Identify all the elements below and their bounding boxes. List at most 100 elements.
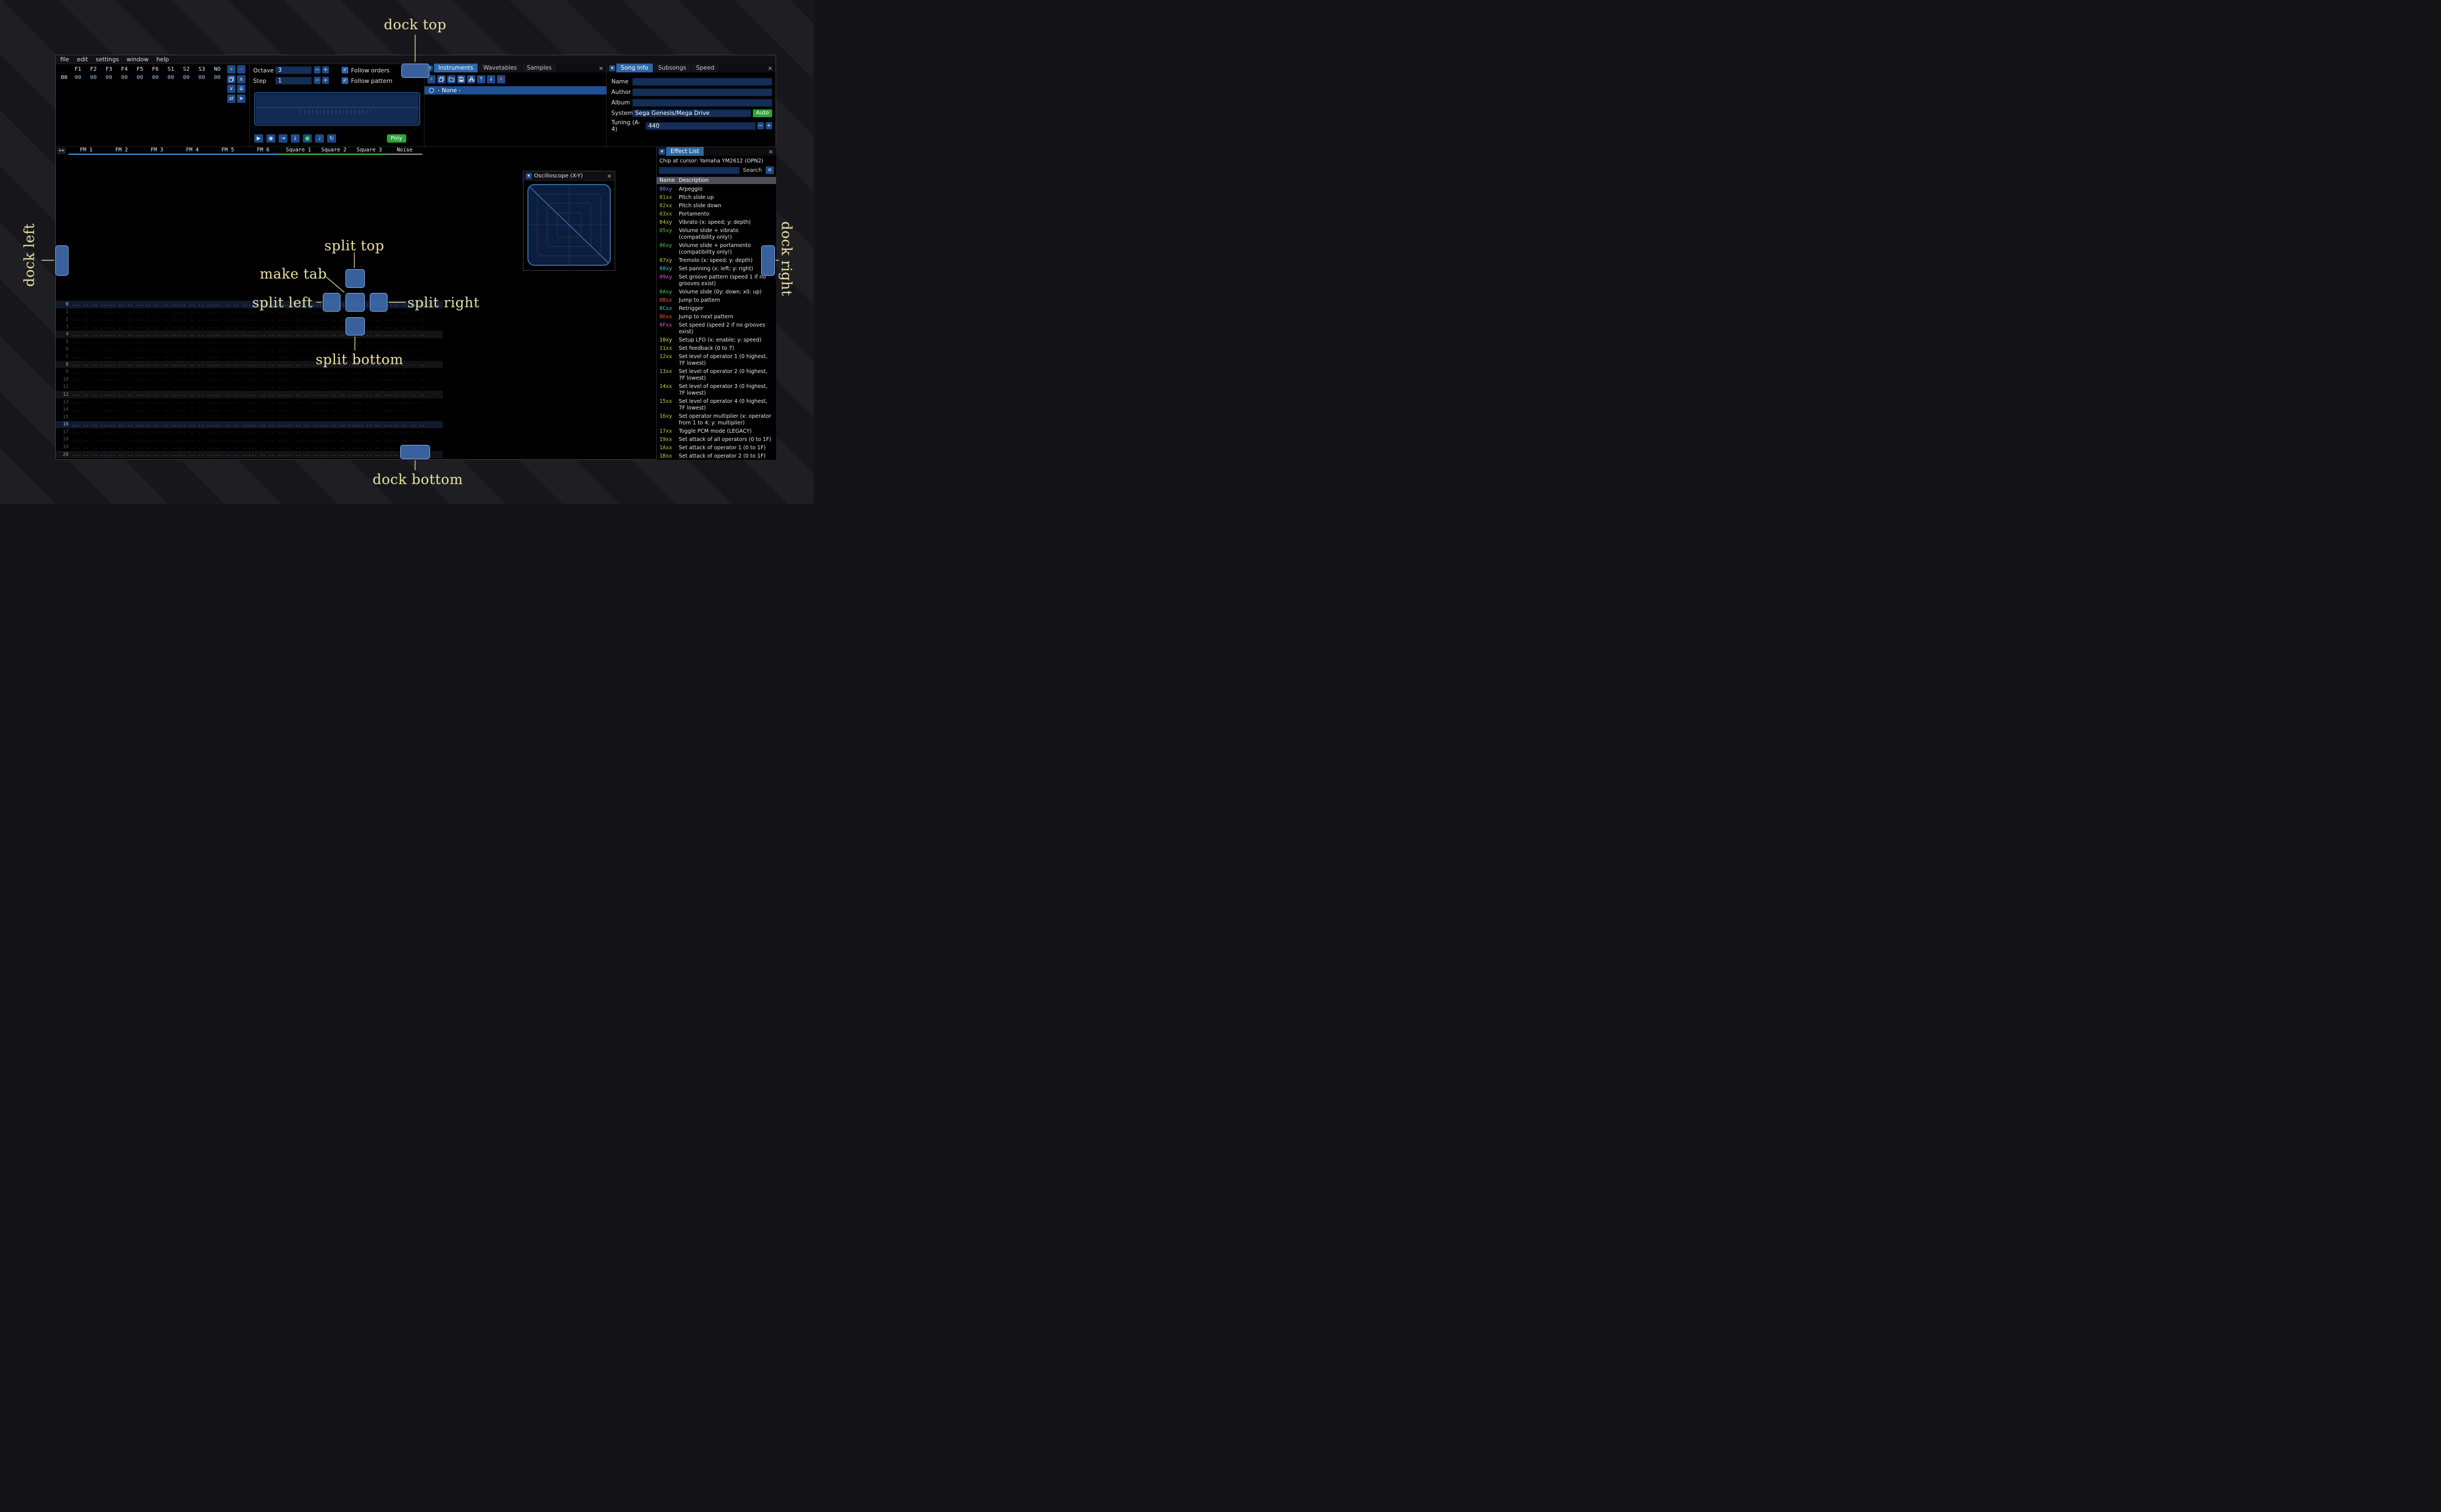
channel-header-square-3[interactable]: Square 3 — [352, 147, 387, 155]
pattern-cell[interactable]: ... .. .. .... — [177, 317, 213, 322]
order-value-F2[interactable]: 00 — [86, 75, 101, 81]
pattern-cell[interactable]: ... .. .. .... — [177, 392, 213, 397]
order-change-mode-button[interactable]: ⇄ — [227, 94, 235, 103]
pattern-row-14[interactable]: 14... .. .. ....... .. .. ....... .. .. … — [56, 406, 443, 413]
album-input[interactable] — [632, 98, 772, 107]
pattern-cell[interactable]: ... .. .. .... — [177, 309, 213, 314]
pattern-cell[interactable]: ... .. .. .... — [213, 332, 248, 337]
pattern-cell[interactable]: ... .. .. .... — [71, 437, 107, 442]
pattern-cell[interactable]: ... .. .. .... — [107, 339, 142, 344]
dock-target-right[interactable] — [761, 245, 775, 276]
menu-edit[interactable]: edit — [77, 56, 88, 63]
effect-row-0Bxx[interactable]: 0Bxx Jump to pattern — [657, 296, 776, 305]
pattern-cell[interactable]: ... .. .. .... — [390, 437, 425, 442]
pattern-cell[interactable]: ... .. .. .... — [213, 445, 248, 450]
octave-increase-button[interactable]: + — [322, 66, 329, 74]
author-input[interactable] — [632, 88, 772, 96]
order-value-S3[interactable]: 00 — [194, 75, 209, 81]
hamburger-icon[interactable]: ≡ — [766, 166, 774, 174]
pattern-cell[interactable]: ... .. .. .... — [177, 437, 213, 442]
pattern-cell[interactable]: ... .. .. .... — [107, 400, 142, 405]
effect-row-08xy[interactable]: 08xy Set panning (x: left; y: right) — [657, 265, 776, 273]
effect-row-03xx[interactable]: 03xx Portamento — [657, 210, 776, 218]
pattern-cell[interactable]: ... .. .. .... — [284, 452, 319, 457]
duplicate-order-button[interactable] — [227, 75, 235, 83]
pattern-cell[interactable]: ... .. .. .... — [107, 309, 142, 314]
effect-search-input[interactable] — [659, 166, 740, 174]
pattern-row-20[interactable]: 20... .. .. ....... .. .. ....... .. .. … — [56, 450, 443, 459]
pattern-cell[interactable]: ... .. .. .... — [107, 377, 142, 382]
pattern-cell[interactable]: ... .. .. .... — [390, 377, 425, 382]
pattern-cell[interactable]: ... .. .. .... — [142, 392, 177, 397]
pattern-cell[interactable]: ... .. .. .... — [354, 370, 390, 375]
pattern-row-15[interactable]: 15... .. .. ....... .. .. ....... .. .. … — [56, 413, 443, 421]
step-decrease-button[interactable]: − — [314, 77, 321, 84]
pattern-row-4[interactable]: 4... .. .. ....... .. .. ....... .. .. .… — [56, 330, 443, 338]
effect-row-04xy[interactable]: 04xy Vibrato (x: speed; y: depth) — [657, 218, 776, 227]
pattern-cell[interactable]: ... .. .. .... — [248, 377, 284, 382]
play-from-cursor-button[interactable]: ◉ — [266, 134, 275, 143]
effect-row-01xx[interactable]: 01xx Pitch slide up — [657, 193, 776, 202]
pattern-cell[interactable]: ... .. .. .... — [354, 437, 390, 442]
remove-order-button[interactable]: − — [237, 65, 245, 74]
pattern-cell[interactable]: ... .. .. .... — [284, 354, 319, 359]
pattern-cell[interactable]: ... .. .. .... — [284, 370, 319, 375]
pattern-cell[interactable]: ... .. .. .... — [248, 414, 284, 419]
pattern-cell[interactable]: ... .. .. .... — [248, 422, 284, 427]
pattern-cell[interactable]: ... .. .. .... — [213, 437, 248, 442]
pattern-cell[interactable]: ... .. .. .... — [248, 347, 284, 352]
pattern-cell[interactable]: ... .. .. .... — [390, 414, 425, 419]
pattern-cell[interactable]: ... .. .. .... — [390, 422, 425, 427]
dock-target-bottom[interactable] — [400, 445, 430, 459]
pattern-cell[interactable]: ... .. .. .... — [248, 354, 284, 359]
pattern-cell[interactable]: ... .. .. .... — [354, 407, 390, 412]
pattern-cell[interactable]: ... .. .. .... — [71, 324, 107, 329]
pattern-cell[interactable]: ... .. .. .... — [177, 407, 213, 412]
channel-header-fm-6[interactable]: FM 6 — [245, 147, 281, 155]
effect-row-10xy[interactable]: 10xy Setup LFO (x: enable; y: speed) — [657, 336, 776, 344]
tab-song-info[interactable]: Song Info — [616, 64, 653, 72]
effect-row-00xy[interactable]: 00xy Arpeggio — [657, 185, 776, 193]
pattern-cell[interactable]: ... .. .. .... — [107, 370, 142, 375]
dock-target-make-tab[interactable] — [345, 293, 365, 312]
channel-header-fm-5[interactable]: FM 5 — [210, 147, 245, 155]
dock-target-top[interactable] — [401, 64, 429, 78]
pattern-cell[interactable]: ... .. .. .... — [142, 309, 177, 314]
tab-subsongs[interactable]: Subsongs — [653, 64, 691, 72]
order-value-F5[interactable]: 00 — [132, 75, 148, 81]
pattern-cell[interactable]: ... .. .. .... — [213, 452, 248, 457]
repeat-pattern-button[interactable]: ↻ — [327, 134, 336, 143]
pattern-cell[interactable]: ... .. .. .... — [354, 422, 390, 427]
pattern-cell[interactable]: ... .. .. .... — [248, 407, 284, 412]
pattern-cell[interactable]: ... .. .. .... — [354, 445, 390, 450]
pattern-cell[interactable]: ... .. .. .... — [142, 414, 177, 419]
pattern-cell[interactable]: ... .. .. .... — [284, 400, 319, 405]
pattern-cell[interactable]: ... .. .. .... — [71, 347, 107, 352]
pattern-cell[interactable]: ... .. .. .... — [319, 422, 354, 427]
pattern-cell[interactable]: ... .. .. .... — [71, 362, 107, 367]
pattern-cell[interactable]: ... .. .. .... — [71, 445, 107, 450]
pattern-cell[interactable]: ... .. .. .... — [248, 400, 284, 405]
pattern-cell[interactable]: ... .. .. .... — [354, 414, 390, 419]
pattern-cell[interactable]: ... .. .. .... — [107, 324, 142, 329]
pattern-cell[interactable]: ... .. .. .... — [142, 370, 177, 375]
dock-target-split-right[interactable] — [370, 293, 387, 312]
follow-pattern-checkbox[interactable]: ✓ — [342, 77, 348, 84]
order-edit-mode-button[interactable]: ➤ — [237, 94, 245, 103]
menu-settings[interactable]: settings — [96, 56, 119, 63]
pattern-cell[interactable]: ... .. .. .... — [390, 385, 425, 390]
pattern-row-10[interactable]: 10... .. .. ....... .. .. ....... .. .. … — [56, 376, 443, 384]
pattern-cell[interactable]: ... .. .. .... — [142, 302, 177, 307]
pattern-cell[interactable]: ... .. .. .... — [71, 422, 107, 427]
pattern-cell[interactable]: ... .. .. .... — [390, 400, 425, 405]
channel-header-square-1[interactable]: Square 1 — [281, 147, 316, 155]
dock-target-split-left[interactable] — [323, 293, 341, 312]
tuning-increase-button[interactable]: + — [766, 122, 772, 129]
pattern-cell[interactable]: ... .. .. .... — [107, 452, 142, 457]
pattern-cell[interactable]: ... .. .. .... — [71, 332, 107, 337]
effect-row-0Dxx[interactable]: 0Dxx Jump to next pattern — [657, 313, 776, 321]
pattern-cell[interactable]: ... .. .. .... — [284, 339, 319, 344]
play-button[interactable]: ▶ — [254, 134, 263, 143]
pattern-cell[interactable]: ... .. .. .... — [248, 317, 284, 322]
system-auto-button[interactable]: Auto — [752, 109, 772, 117]
